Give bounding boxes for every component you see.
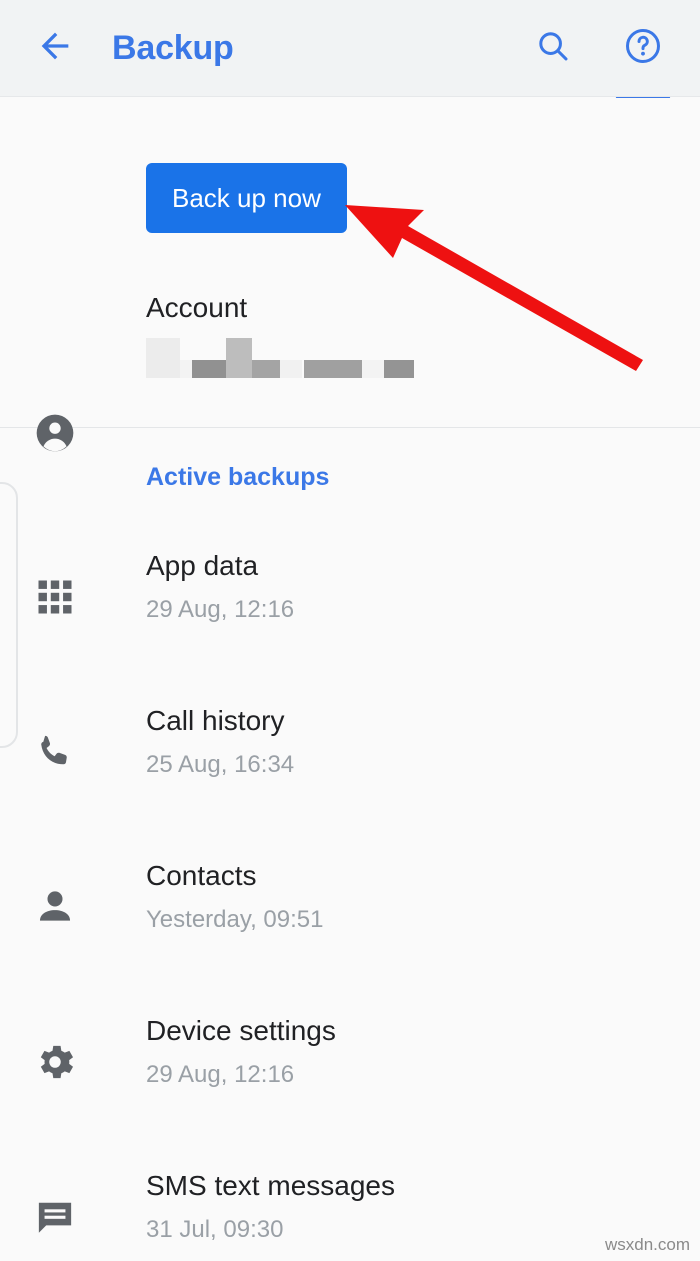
phone-icon (32, 729, 78, 775)
message-bubble-icon (32, 1194, 78, 1240)
list-item-subtitle: 29 Aug, 12:16 (146, 1061, 295, 1088)
list-item-title: Device settings (146, 1015, 336, 1046)
account-email-redacted (146, 338, 414, 380)
person-icon (32, 884, 78, 930)
active-backups-header: Active backups (146, 463, 330, 491)
backup-header-section: Back up now Account (0, 98, 700, 452)
back-button[interactable] (24, 17, 86, 79)
gear-icon (32, 1039, 78, 1085)
apps-grid-icon (32, 574, 78, 620)
site-watermark: wsxdn.com (604, 1235, 690, 1254)
backup-settings-screen: Backup Back up now Account Active backup… (0, 0, 700, 1261)
account-circle-icon (33, 411, 77, 455)
account-label: Account (146, 292, 248, 323)
help-circle-icon (623, 26, 663, 71)
page-title: Backup (112, 28, 234, 67)
list-item-title: Contacts (146, 860, 257, 891)
back-up-now-button[interactable]: Back up now (146, 163, 347, 233)
list-item-contacts[interactable]: Contacts Yesterday, 09:51 (0, 842, 700, 997)
app-bar: Backup (0, 0, 700, 97)
list-item-app-data[interactable]: App data 29 Aug, 12:16 (0, 532, 700, 687)
search-icon (534, 27, 572, 70)
arrow-left-icon (35, 26, 75, 71)
list-item-subtitle: 29 Aug, 12:16 (146, 596, 295, 623)
list-item-title: SMS text messages (146, 1170, 395, 1201)
list-item-subtitle: 31 Jul, 09:30 (146, 1216, 284, 1243)
list-item-subtitle: 25 Aug, 16:34 (146, 751, 295, 778)
list-item-subtitle: Yesterday, 09:51 (146, 906, 324, 933)
list-item-title: Call history (146, 705, 285, 736)
search-button[interactable] (522, 17, 584, 79)
list-item-call-history[interactable]: Call history 25 Aug, 16:34 (0, 687, 700, 842)
list-item-device-settings[interactable]: Device settings 29 Aug, 12:16 (0, 997, 700, 1152)
list-item-sms-text-messages[interactable]: SMS text messages 31 Jul, 09:30 (0, 1152, 700, 1261)
list-item-title: App data (146, 550, 259, 581)
help-button[interactable] (612, 17, 674, 79)
